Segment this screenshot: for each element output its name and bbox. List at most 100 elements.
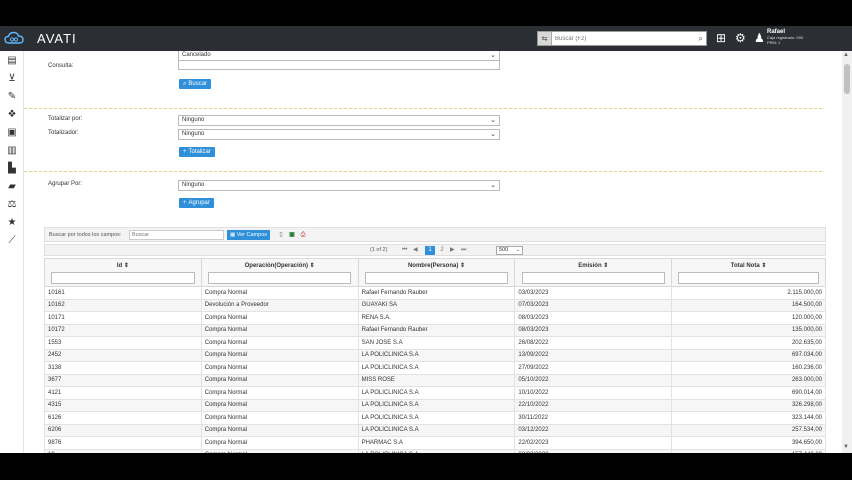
book-icon[interactable]: ▥	[6, 145, 18, 157]
global-search[interactable]: ⇆ ⌕	[537, 31, 707, 46]
agrupar-button[interactable]: + Agrupar	[179, 198, 214, 208]
table-row[interactable]: 3677 Compra Normal MISS ROSE 05/10/2022 263.…	[44, 373, 826, 387]
buscar-button-label: Buscar	[188, 81, 208, 87]
cart-icon[interactable]: ⊻	[6, 73, 18, 85]
status-select[interactable]: Cancelado ⌄	[178, 51, 500, 61]
money-icon[interactable]: ▣	[6, 127, 18, 139]
table-cell: 08/03/2023	[514, 311, 673, 325]
truck-icon[interactable]: ▰	[6, 181, 18, 193]
table-row[interactable]: 4315 Compra Normal LA POLICLINICA S.A 22/10…	[44, 398, 826, 412]
documents-icon[interactable]: ▤	[6, 55, 18, 67]
totalizador-select[interactable]: Ninguno ⌄	[178, 129, 500, 140]
column-header[interactable]: Id ⇕	[44, 258, 202, 287]
excel-export-icon[interactable]: ▣	[288, 230, 296, 240]
table-row[interactable]: 6206 Compra Normal LA POLICLINICA S.A 03/12…	[44, 423, 826, 437]
search-mode-icon[interactable]: ⇆	[538, 32, 552, 45]
scrollbar-thumb[interactable]	[844, 64, 850, 94]
table-cell: 6126	[44, 411, 202, 425]
table-row[interactable]: 10172 Compra Normal Rafael Fernando Rauber…	[44, 323, 826, 337]
table-row[interactable]: 1553 Compra Normal SAN JOSE S.A 26/08/2022 2…	[44, 336, 826, 350]
global-filter-label: Buscar por todos los campos:	[49, 232, 122, 238]
page-info: (1 of 2)	[370, 247, 388, 253]
consulta-input[interactable]	[178, 61, 500, 70]
balance-scale-icon[interactable]: ⚖	[6, 199, 18, 211]
plus-icon: +	[183, 149, 187, 155]
table-cell: Compra Normal	[200, 398, 359, 412]
table-cell: 1553	[44, 336, 202, 350]
table-toolbar: Buscar por todos los campos: ▦ Ver Campo…	[44, 227, 826, 242]
gear-icon[interactable]: ⚙	[735, 31, 746, 45]
ver-campos-button[interactable]: ▦ Ver Campos	[227, 230, 270, 240]
table-row[interactable]: 2452 Compra Normal LA POLICLINICA S.A 13/09…	[44, 348, 826, 362]
table-row[interactable]: 10162 Devolución a Proveedor GUAYAKI SA 07/…	[44, 298, 826, 312]
screen-frame: AVATI ⇆ ⌕ ⊞ ⚙ ♟ Rafael Caja registrado: …	[0, 0, 852, 480]
table-cell: 202.635,00	[671, 336, 826, 350]
wrench-icon[interactable]: ✎	[6, 91, 18, 103]
table-header-row: Id ⇕ Operación(Operación) ⇕ Nombre(Persona…	[44, 258, 826, 287]
rows-per-page-select[interactable]: 500 ⌄	[496, 246, 523, 255]
chart-icon[interactable]: ⟋	[6, 235, 18, 247]
table-cell: 4121	[44, 386, 202, 400]
column-filter-input[interactable]	[51, 272, 195, 284]
last-page-icon[interactable]: ⏭	[461, 246, 466, 255]
table-body: 10161 Compra Normal Rafael Fernando Rauber…	[44, 286, 826, 453]
table-row[interactable]: 4121 Compra Normal LA POLICLINICA S.A 10/10…	[44, 386, 826, 400]
column-header-label: Emisión ⇕	[578, 263, 609, 269]
table-cell: 10172	[44, 323, 202, 337]
next-page-icon[interactable]: ▶	[450, 246, 455, 255]
global-search-input[interactable]	[552, 35, 692, 42]
totalizador-label: Totalizador:	[48, 130, 79, 136]
pdf-export-icon[interactable]: ⎙	[299, 230, 307, 240]
user-icon[interactable]: ♟	[754, 31, 765, 45]
boxes-icon[interactable]: ❖	[6, 109, 18, 121]
column-header[interactable]: Total Nota ⇕	[671, 258, 826, 287]
factory-icon[interactable]: ▙	[6, 163, 18, 175]
table-row[interactable]: 10Compra NormalLA POLICLINICA S.A02/03/2…	[44, 448, 826, 453]
agrupar-por-select[interactable]: Ninguno ⌄	[178, 180, 500, 191]
table-row[interactable]: 10161 Compra Normal Rafael Fernando Rauber…	[44, 286, 826, 300]
star-icon[interactable]: ★	[6, 217, 18, 229]
user-info[interactable]: Rafael Caja registrado: 000 PRM: 1	[767, 29, 803, 45]
prev-page-icon[interactable]: ◀	[413, 246, 418, 255]
first-page-icon[interactable]: ⏮	[402, 246, 407, 255]
totalizar-button[interactable]: + Totalizar	[179, 147, 215, 157]
search-icon[interactable]: ⌕	[699, 34, 703, 44]
table-cell: SAN JOSE S.A	[357, 336, 516, 350]
column-header[interactable]: Emisión ⇕	[514, 258, 673, 287]
section-divider	[24, 108, 822, 109]
csv-export-icon[interactable]: ▯	[277, 230, 285, 240]
table-row[interactable]: 9876 Compra Normal PHARMAC S.A 22/02/2023 39…	[44, 436, 826, 450]
buscar-button[interactable]: ⌕ Buscar	[179, 79, 212, 89]
table-cell: 2.115.000,00	[671, 286, 826, 300]
vertical-scrollbar[interactable]	[842, 51, 852, 453]
columns-icon: ▦	[230, 232, 236, 238]
page-2-button[interactable]: 2	[438, 246, 446, 255]
table-row[interactable]: 3138 Compra Normal LA POLICLINICA S.A 27/09…	[44, 361, 826, 375]
scroll-up-icon[interactable]: ▲	[843, 52, 849, 58]
table-cell: 03/12/2022	[514, 423, 673, 437]
app-logo-text: AVATI	[37, 31, 77, 46]
sidebar: ▤ ⊻ ✎ ❖ ▣ ▥ ▙ ▰ ⚖ ★ ⟋	[0, 51, 24, 453]
totalizar-por-select[interactable]: Ninguno ⌄	[178, 115, 500, 126]
column-header[interactable]: Nombre(Persona) ⇕	[357, 258, 516, 287]
column-filter-input[interactable]	[678, 272, 819, 284]
data-table: Id ⇕ Operación(Operación) ⇕ Nombre(Persona…	[44, 258, 826, 453]
add-icon[interactable]: ⊞	[716, 31, 726, 45]
table-cell: 10171	[44, 311, 202, 325]
table-cell: LA POLICLINICA S.A	[357, 423, 516, 437]
scroll-down-icon[interactable]: ▼	[843, 444, 849, 450]
page-1-button[interactable]: 1	[425, 246, 435, 255]
table-row[interactable]: 6126 Compra Normal LA POLICLINICA S.A 30/11…	[44, 411, 826, 425]
column-header[interactable]: Operación(Operación) ⇕	[200, 258, 359, 287]
chevron-down-icon: ⌄	[490, 117, 496, 124]
column-filter-input[interactable]	[521, 272, 665, 284]
table-cell: 690.014,00	[671, 386, 826, 400]
table-row[interactable]: 10171 Compra Normal RENA S.A. 08/03/2023 120…	[44, 311, 826, 325]
table-cell: 263.000,00	[671, 373, 826, 387]
column-filter-input[interactable]	[364, 272, 509, 284]
table-cell: 6206	[44, 423, 202, 437]
column-filter-input[interactable]	[207, 272, 352, 284]
global-filter-input[interactable]	[129, 230, 224, 240]
totalizador-value: Ninguno	[182, 131, 205, 137]
table-cell: Compra Normal	[200, 423, 359, 437]
